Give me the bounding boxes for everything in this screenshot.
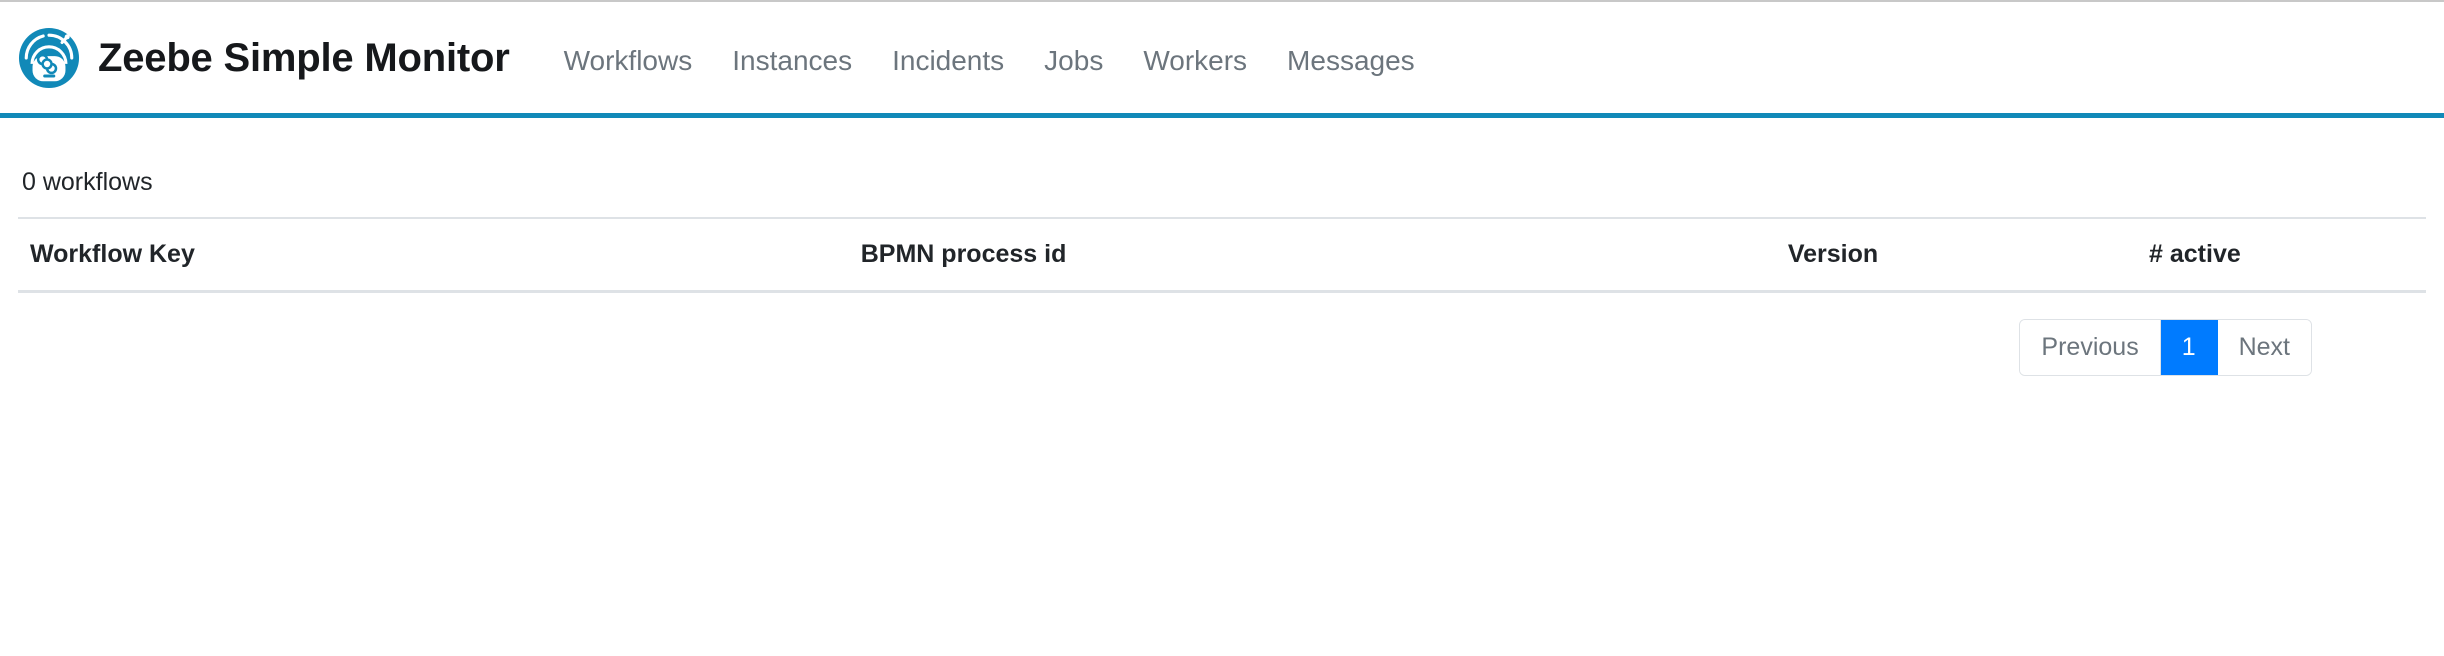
pagination-next-button[interactable]: Next [2217,319,2311,375]
table-header-row: Workflow Key BPMN process id Version # a… [18,216,2426,293]
nav-item-messages: Messages [1267,34,1435,88]
nav-item-workers: Workers [1123,34,1267,88]
navbar: Zeebe Simple Monitor Workflows Instances… [0,2,2444,118]
nav-link-workers[interactable]: Workers [1123,34,1267,88]
main-content: 0 workflows Workflow Key BPMN process id… [0,118,2444,376]
workflow-count-label: 0 workflows [22,168,153,196]
zeebe-robot-logo-icon [18,27,80,89]
pagination-container: Previous 1 Next [18,293,2426,376]
workflows-table: Workflow Key BPMN process id Version # a… [18,216,2426,293]
nav-link-incidents[interactable]: Incidents [872,34,1024,88]
workflows-table-head: Workflow Key BPMN process id Version # a… [18,216,2426,293]
column-header-version[interactable]: Version [1775,216,2138,293]
column-header-bpmn-process-id[interactable]: BPMN process id [848,216,1776,293]
nav-link-workflows[interactable]: Workflows [544,34,713,88]
pagination-previous-button[interactable]: Previous [2020,319,2161,375]
main-navigation: Workflows Instances Incidents Jobs Worke… [544,34,1435,88]
pagination: Previous 1 Next [2019,318,2312,376]
brand-title: Zeebe Simple Monitor [98,35,510,80]
nav-item-workflows: Workflows [544,34,713,88]
column-header-workflow-key[interactable]: Workflow Key [18,216,849,293]
pagination-page-1-button[interactable]: 1 [2160,319,2218,375]
nav-item-instances: Instances [712,34,872,88]
brand-link[interactable]: Zeebe Simple Monitor [18,27,510,89]
column-header-active-count[interactable]: # active [2137,216,2426,293]
nav-link-messages[interactable]: Messages [1267,34,1435,88]
nav-link-instances[interactable]: Instances [712,34,872,88]
nav-item-incidents: Incidents [872,34,1024,88]
nav-link-jobs[interactable]: Jobs [1024,34,1123,88]
nav-item-jobs: Jobs [1024,34,1123,88]
